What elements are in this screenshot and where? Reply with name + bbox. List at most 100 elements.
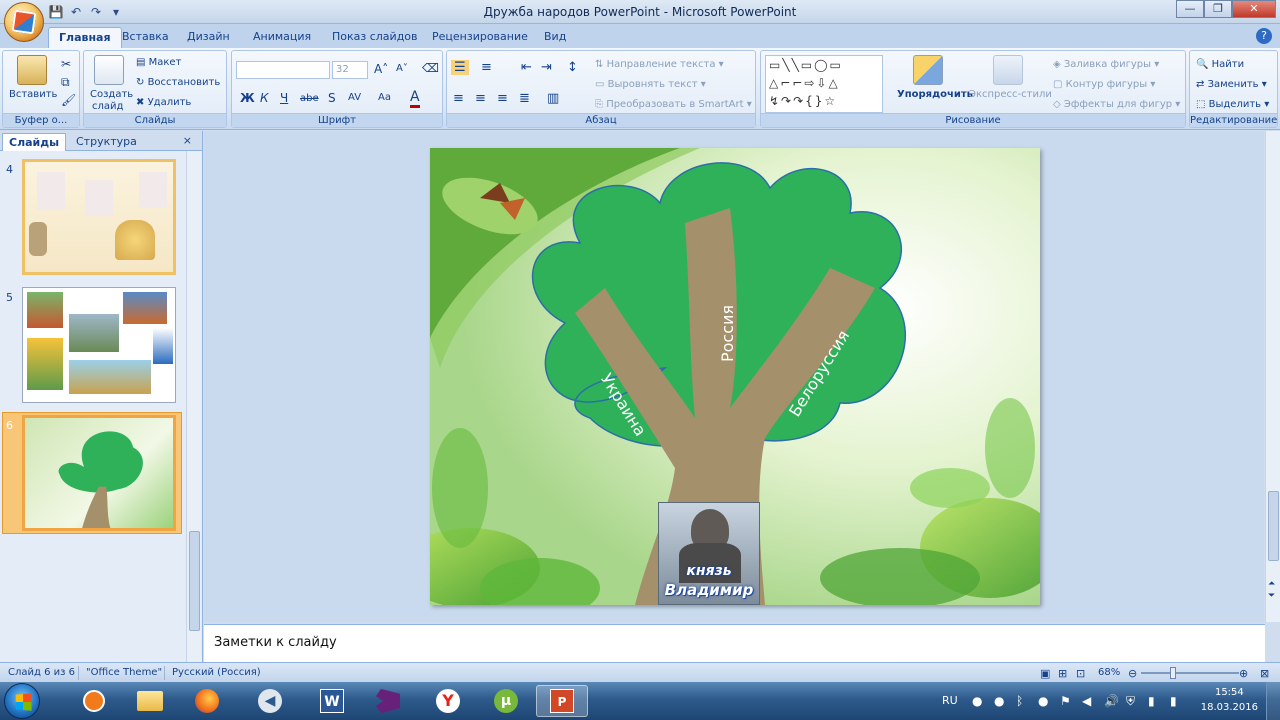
tab-home[interactable]: Главная — [48, 27, 122, 48]
grow-font-icon[interactable]: A˄ — [374, 62, 388, 76]
shape-outline-button[interactable]: ▢ Контур фигуры ▾ — [1053, 79, 1155, 90]
scrollbar-thumb[interactable] — [189, 531, 200, 631]
powerpoint-taskbar-icon[interactable]: P — [536, 685, 588, 717]
tab-insert[interactable]: Вставка — [112, 27, 179, 48]
format-painter-icon[interactable]: 🖌 — [61, 93, 76, 107]
tab-review[interactable]: Рецензирование — [422, 27, 538, 48]
align-text-button[interactable]: ▭ Выровнять текст ▾ — [595, 79, 706, 90]
slide-canvas[interactable]: Украина Россия Белоруссия князь Владимир — [430, 148, 1040, 605]
bullets-icon[interactable]: ☰ — [451, 60, 469, 75]
shrink-font-icon[interactable]: A˅ — [396, 63, 408, 74]
font-color-button[interactable]: A — [410, 89, 420, 108]
delete-button[interactable]: ✖ Удалить — [136, 97, 191, 108]
tab-slides-pane[interactable]: Слайды — [2, 133, 67, 151]
scrollbar-thumb[interactable] — [1268, 491, 1279, 561]
start-button[interactable] — [4, 683, 40, 719]
copy-icon[interactable]: ⧉ — [61, 75, 70, 90]
underline-button[interactable]: Ч — [280, 91, 288, 105]
new-slide-label-2[interactable]: слайд — [92, 101, 123, 112]
strike-button[interactable]: abe — [300, 93, 319, 104]
zoom-slider[interactable] — [1141, 672, 1239, 674]
yandex-taskbar-icon[interactable]: Y — [422, 685, 474, 717]
decrease-indent-icon[interactable]: ⇤ — [521, 60, 532, 75]
align-right-icon[interactable]: ≡ — [497, 91, 508, 106]
next-slide-icon[interactable]: ⏷ — [1268, 591, 1275, 601]
increase-indent-icon[interactable]: ⇥ — [541, 60, 552, 75]
zoom-slider-handle[interactable] — [1170, 667, 1176, 679]
zoom-in-icon[interactable]: ⊕ — [1239, 667, 1248, 680]
slide-thumbnail-5[interactable] — [22, 287, 176, 403]
notes-pane[interactable]: Заметки к слайду — [204, 624, 1265, 662]
firefox-taskbar-icon[interactable] — [181, 685, 233, 717]
shape-effects-button[interactable]: ◇ Эффекты для фигур ▾ — [1053, 99, 1180, 110]
sorter-view-icon[interactable]: ⊞ — [1058, 667, 1067, 680]
input-language[interactable]: RU — [942, 694, 958, 707]
slide-scrollbar[interactable]: ⏶ ⏷ — [1265, 131, 1280, 622]
explorer-taskbar-icon[interactable] — [124, 685, 176, 717]
show-desktop-button[interactable] — [1266, 682, 1280, 720]
close-button[interactable]: ✕ — [1232, 0, 1276, 18]
normal-view-icon[interactable]: ▣ — [1040, 667, 1050, 680]
justify-icon[interactable]: ≣ — [519, 91, 530, 106]
italic-button[interactable]: К — [260, 91, 269, 105]
branch-label-russia[interactable]: Россия — [718, 305, 737, 362]
case-button[interactable]: Aa — [378, 92, 391, 103]
quick-styles-icon[interactable] — [993, 55, 1023, 85]
fit-to-window-icon[interactable]: ⊠ — [1260, 667, 1269, 680]
antivirus-icon[interactable]: ⛨ — [1126, 694, 1135, 709]
align-center-icon[interactable]: ≡ — [475, 91, 486, 106]
text-direction-button[interactable]: ⇅ Направление текста ▾ — [595, 59, 724, 70]
slides-pane-scrollbar[interactable] — [186, 151, 201, 662]
slideshow-view-icon[interactable]: ⊡ — [1076, 667, 1085, 680]
font-size-select[interactable]: 32 — [332, 61, 368, 79]
tab-outline-pane[interactable]: Структура — [70, 133, 143, 151]
close-pane-icon[interactable]: × — [183, 134, 192, 147]
spacing-button[interactable]: AV — [348, 92, 361, 103]
bold-button[interactable]: Ж — [240, 91, 255, 105]
replace-button[interactable]: ⇄ Заменить ▾ — [1196, 79, 1267, 90]
action-center-flag-icon[interactable]: ⚑ — [1060, 694, 1071, 708]
new-slide-icon[interactable] — [94, 55, 124, 85]
theme-name[interactable]: "Office Theme" — [86, 667, 162, 678]
tab-view[interactable]: Вид — [534, 27, 576, 48]
clear-format-icon[interactable]: ⌫ — [422, 61, 439, 75]
media-player-taskbar-icon[interactable] — [68, 685, 120, 717]
minimize-button[interactable]: — — [1176, 0, 1204, 18]
new-slide-label-1[interactable]: Создать — [90, 89, 133, 100]
arrange-button[interactable]: Упорядочить — [897, 89, 973, 100]
volume-icon[interactable]: 🔊 — [1104, 694, 1119, 708]
utorrent-taskbar-icon[interactable]: µ — [480, 685, 532, 717]
font-family-select[interactable] — [236, 61, 330, 79]
quick-styles-button[interactable]: Экспресс-стили — [969, 89, 1052, 100]
help-icon[interactable]: ? — [1256, 28, 1272, 44]
columns-icon[interactable]: ▥ — [547, 91, 559, 106]
word-taskbar-icon[interactable]: W — [306, 685, 358, 717]
previous-slide-icon[interactable]: ⏶ — [1268, 579, 1275, 589]
language-indicator[interactable]: Русский (Россия) — [172, 667, 261, 678]
maximize-button[interactable]: ❐ — [1204, 0, 1232, 18]
audio-taskbar-icon[interactable]: ◀ — [244, 685, 296, 717]
tray-app-icon[interactable]: ● — [994, 694, 1004, 708]
smartart-button[interactable]: ⎘ Преобразовать в SmartArt ▾ — [595, 99, 752, 110]
paste-button[interactable]: Вставить — [9, 89, 57, 100]
cut-icon[interactable]: ✂ — [61, 57, 71, 71]
tray-app-icon[interactable]: ● — [972, 694, 982, 708]
bluetooth-icon[interactable]: ᛒ — [1016, 694, 1023, 708]
notes-placeholder[interactable]: Заметки к слайду — [214, 635, 337, 650]
slide-thumbnail-4[interactable] — [22, 159, 176, 275]
select-button[interactable]: ⬚ Выделить ▾ — [1196, 99, 1269, 110]
zoom-level[interactable]: 68% — [1098, 667, 1120, 678]
tray-app-icon[interactable]: ● — [1038, 694, 1048, 708]
numbering-icon[interactable]: ≡ — [481, 60, 492, 75]
shape-fill-button[interactable]: ◈ Заливка фигуры ▾ — [1053, 59, 1159, 70]
paste-icon[interactable] — [17, 55, 47, 85]
power-icon[interactable]: ▮ — [1170, 694, 1177, 708]
network-icon[interactable]: ▮ — [1148, 694, 1155, 708]
tab-design[interactable]: Дизайн — [177, 27, 240, 48]
prince-vladimir-image[interactable]: князь Владимир — [658, 502, 760, 605]
office-button[interactable] — [4, 2, 44, 42]
system-clock[interactable]: 15:54 18.03.2016 — [1201, 685, 1258, 715]
arrange-icon[interactable] — [913, 55, 943, 85]
reset-button[interactable]: ↻ Восстановить — [136, 77, 220, 88]
slide-thumbnail-6[interactable] — [22, 415, 176, 531]
